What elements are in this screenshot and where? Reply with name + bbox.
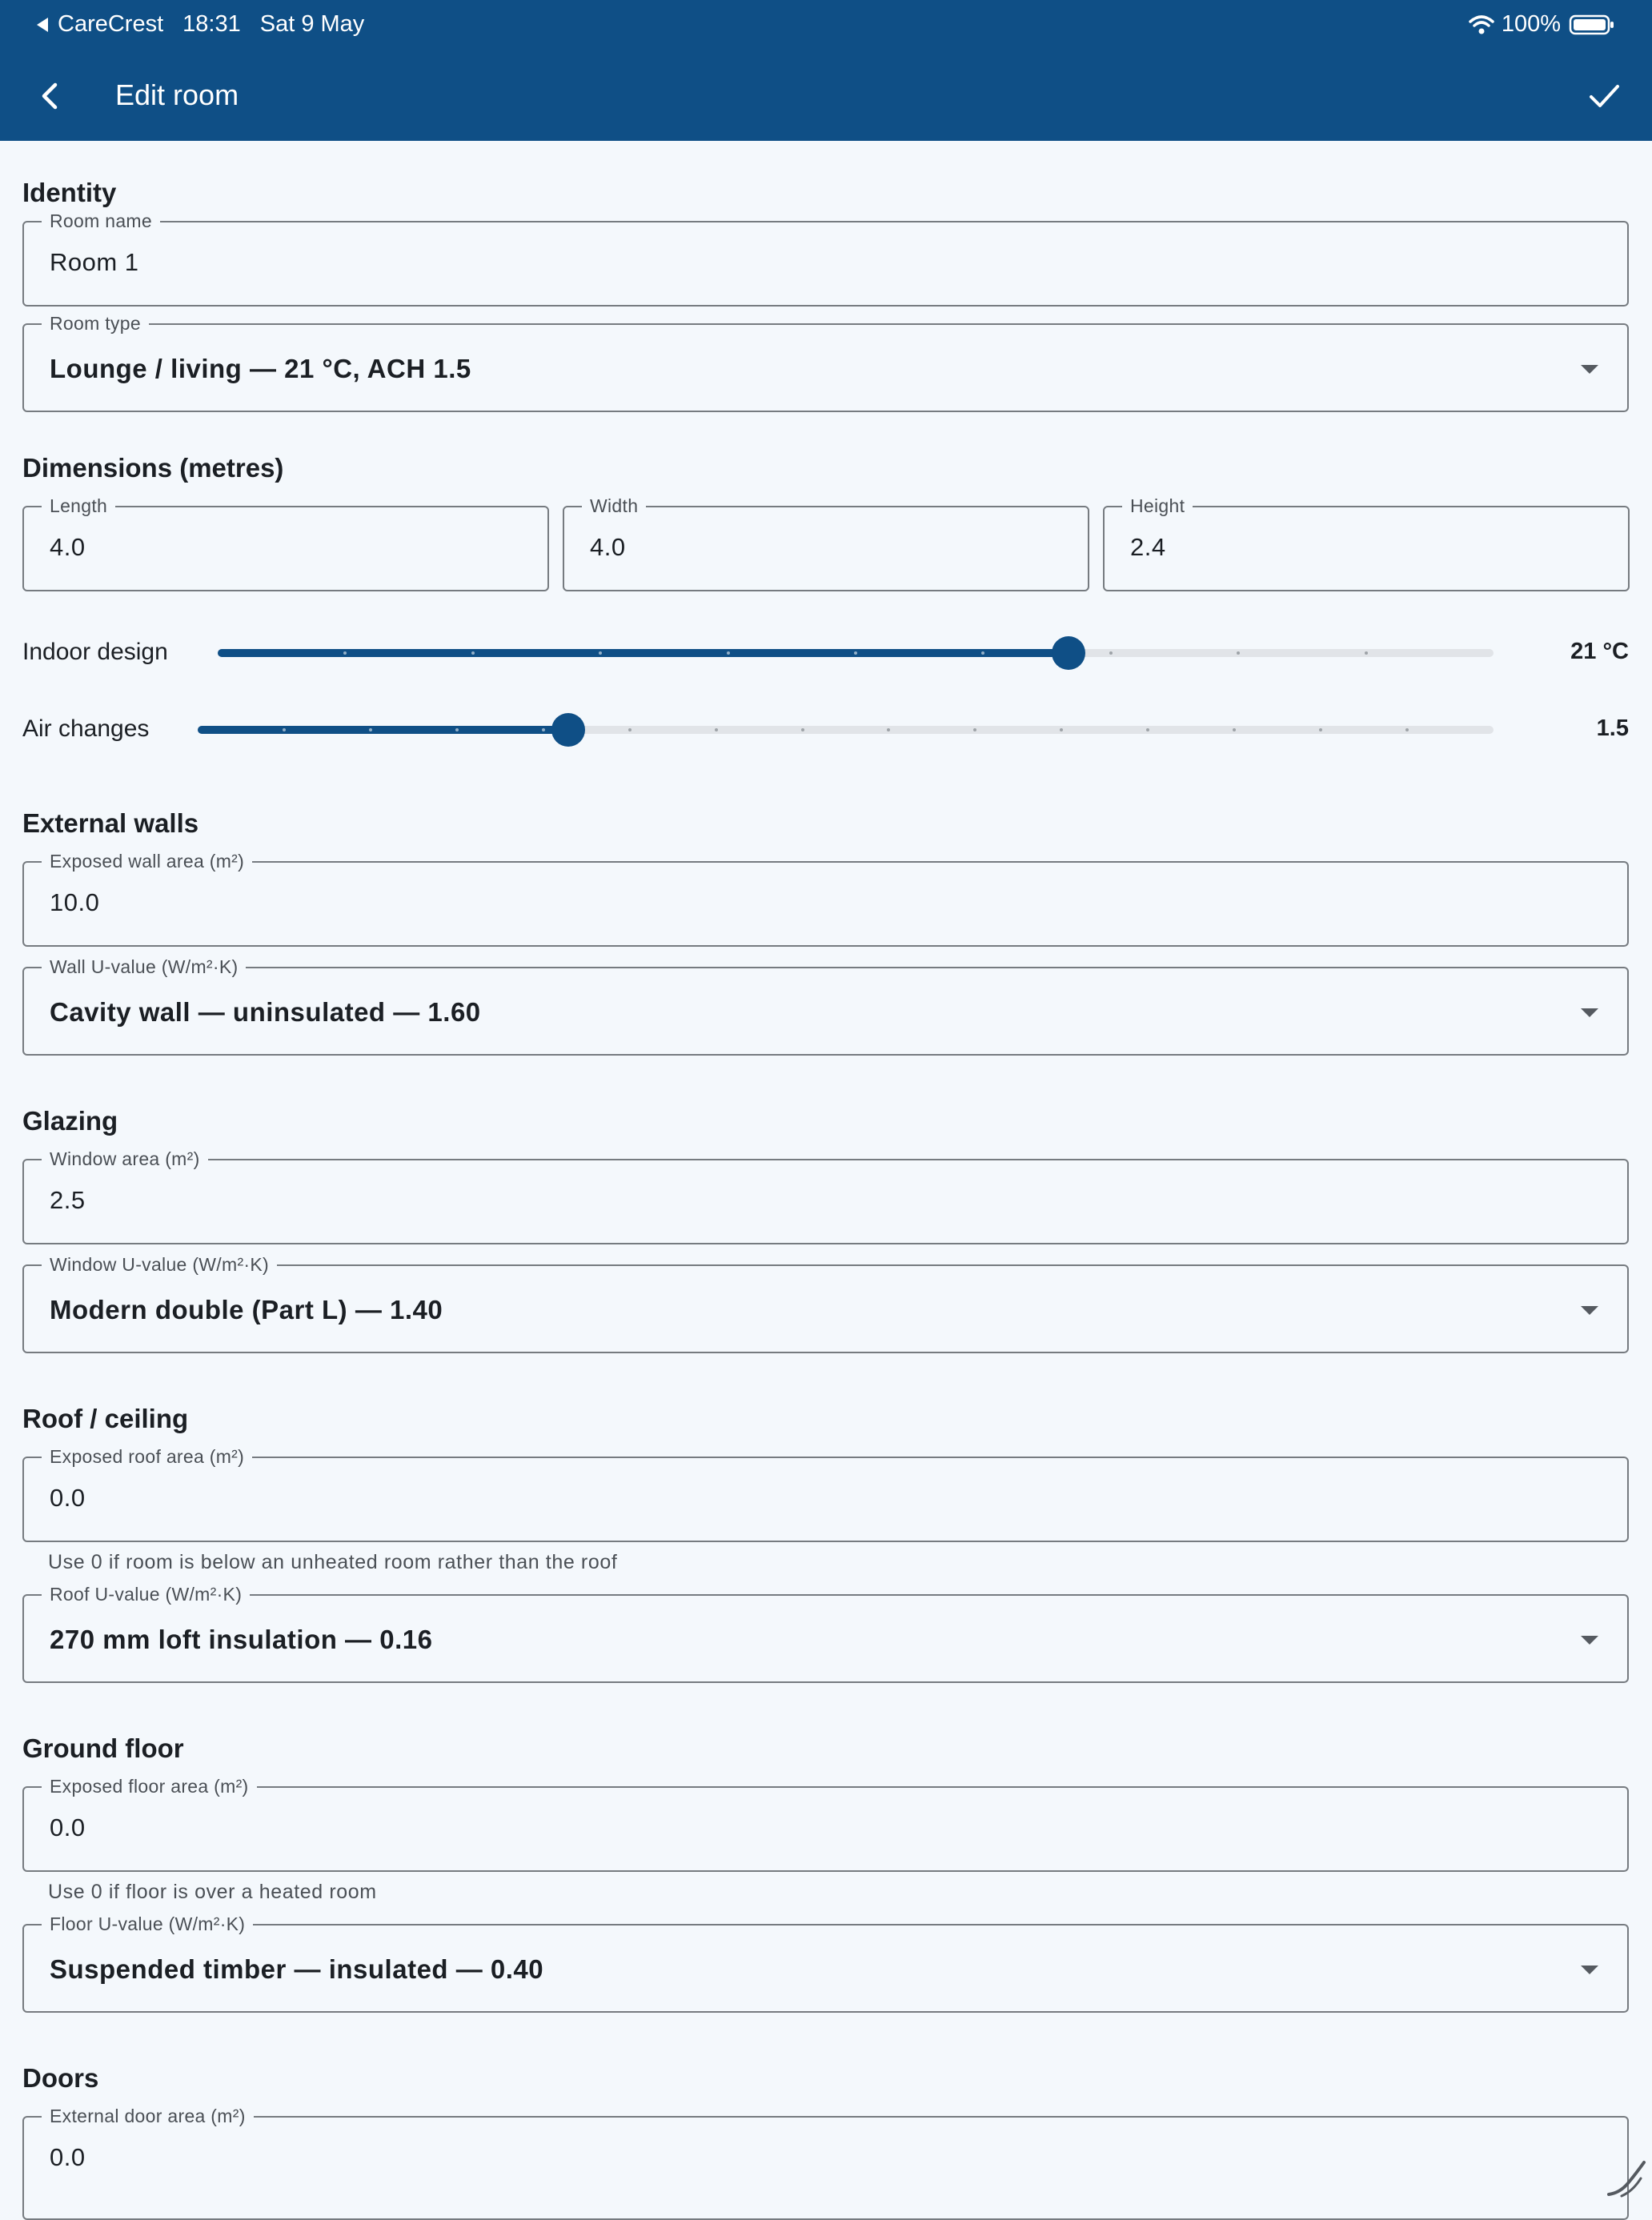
length-field[interactable]: Length 4.0 xyxy=(22,496,549,591)
section-roof-ceiling: Roof / ceiling xyxy=(22,1404,189,1433)
wall-u-value-value[interactable]: Cavity wall — uninsulated — 1.60 xyxy=(50,997,481,1028)
roof-area-value[interactable]: 0.0 xyxy=(50,1484,86,1513)
floor-area-value[interactable]: 0.0 xyxy=(50,1813,86,1842)
wall-area-value[interactable]: 10.0 xyxy=(50,888,99,917)
length-value[interactable]: 4.0 xyxy=(50,533,86,562)
slider-tick xyxy=(1237,651,1241,655)
window-area-field[interactable]: Window area (m²) 2.5 xyxy=(22,1149,1629,1244)
floor-u-value-label: Floor U-value (W/m²·K) xyxy=(42,1914,254,1933)
page-title: Edit room xyxy=(115,78,239,111)
section-ground-floor: Ground floor xyxy=(22,1733,184,1763)
slider-tick xyxy=(1364,651,1368,655)
battery-percent: 100% xyxy=(1501,11,1561,37)
section-doors: Doors xyxy=(22,2063,99,2093)
wall-area-label: Exposed wall area (m²) xyxy=(42,852,253,871)
floor-area-field[interactable]: Exposed floor area (m²) 0.0 xyxy=(22,1777,1629,1872)
dropdown-arrow-icon[interactable] xyxy=(1581,1008,1598,1017)
height-label: Height xyxy=(1122,496,1193,515)
width-field[interactable]: Width 4.0 xyxy=(563,496,1089,591)
room-name-label: Room name xyxy=(42,211,160,230)
height-field[interactable]: Height 2.4 xyxy=(1103,496,1630,591)
slider-tick xyxy=(1146,728,1150,731)
roof-area-helper: Use 0 if room is below an unheated room … xyxy=(48,1551,618,1573)
air-changes-slider-thumb[interactable] xyxy=(551,713,585,747)
wifi-icon xyxy=(1469,14,1494,34)
section-glazing: Glazing xyxy=(22,1106,118,1136)
resize-handle-icon[interactable] xyxy=(1604,2154,1649,2199)
floor-u-value-value[interactable]: Suspended timber — insulated — 0.40 xyxy=(50,1954,543,1985)
slider-tick xyxy=(628,728,632,731)
slider-tick xyxy=(1319,728,1323,731)
wall-area-field[interactable]: Exposed wall area (m²) 10.0 xyxy=(22,852,1629,947)
slider-tick xyxy=(973,728,977,731)
wall-u-value-select[interactable]: Wall U-value (W/m²·K) Cavity wall — unin… xyxy=(22,957,1629,1056)
slider-tick xyxy=(726,651,730,655)
window-u-value-select[interactable]: Window U-value (W/m²·K) Modern double (P… xyxy=(22,1255,1629,1353)
status-time: 18:31 xyxy=(182,11,241,37)
dropdown-arrow-icon[interactable] xyxy=(1581,1306,1598,1315)
slider-tick xyxy=(1109,651,1113,655)
dropdown-arrow-icon[interactable] xyxy=(1581,365,1598,374)
dropdown-arrow-icon[interactable] xyxy=(1581,1636,1598,1645)
section-external-walls: External walls xyxy=(22,808,199,838)
dropdown-arrow-icon[interactable] xyxy=(1581,1966,1598,1974)
door-area-field[interactable]: External door area (m²) 0.0 xyxy=(22,2106,1629,2220)
slider-tick xyxy=(1060,728,1064,731)
air-changes-label: Air changes xyxy=(22,715,150,742)
indoor-design-label: Indoor design xyxy=(22,639,168,665)
window-u-value-value[interactable]: Modern double (Part L) — 1.40 xyxy=(50,1295,443,1325)
room-type-select[interactable]: Room type Lounge / living — 21 °C, ACH 1… xyxy=(22,314,1629,412)
slider-tick xyxy=(714,728,718,731)
width-value[interactable]: 4.0 xyxy=(590,533,626,562)
window-u-value-label: Window U-value (W/m²·K) xyxy=(42,1255,277,1274)
section-dimensions: Dimensions (metres) xyxy=(22,453,284,483)
slider-tick xyxy=(800,728,804,731)
window-area-label: Window area (m²) xyxy=(42,1149,208,1168)
roof-u-value-value[interactable]: 270 mm loft insulation — 0.16 xyxy=(50,1625,432,1655)
status-app-name[interactable]: CareCrest xyxy=(58,11,163,38)
slider-tick xyxy=(1233,728,1237,731)
room-name-value[interactable]: Room 1 xyxy=(50,248,139,277)
status-date: Sat 9 May xyxy=(259,11,365,37)
slider-tick xyxy=(854,651,857,655)
door-area-label: External door area (m²) xyxy=(42,2106,254,2126)
roof-u-value-select[interactable]: Roof U-value (W/m²·K) 270 mm loft insula… xyxy=(22,1585,1629,1683)
wall-u-value-label: Wall U-value (W/m²·K) xyxy=(42,957,247,976)
floor-area-helper: Use 0 if floor is over a heated room xyxy=(48,1881,377,1903)
floor-area-label: Exposed floor area (m²) xyxy=(42,1777,257,1796)
length-label: Length xyxy=(42,496,116,515)
window-area-value[interactable]: 2.5 xyxy=(50,1186,86,1215)
slider-tick xyxy=(541,728,545,731)
back-to-app-icon[interactable] xyxy=(37,17,48,32)
height-value[interactable]: 2.4 xyxy=(1130,533,1166,562)
air-changes-value: 1.5 xyxy=(1596,715,1629,741)
width-label: Width xyxy=(582,496,647,515)
slider-tick xyxy=(455,728,459,731)
indoor-design-slider[interactable] xyxy=(218,636,1494,670)
slider-tick xyxy=(1405,728,1409,731)
app-bar: Edit room xyxy=(0,51,1652,141)
status-bar: CareCrest 18:31 Sat 9 May 100% xyxy=(0,0,1652,51)
slider-tick xyxy=(887,728,891,731)
air-changes-slider[interactable] xyxy=(198,713,1494,747)
room-type-label: Room type xyxy=(42,314,149,333)
room-type-value[interactable]: Lounge / living — 21 °C, ACH 1.5 xyxy=(50,354,471,384)
slider-tick xyxy=(471,651,475,655)
indoor-design-slider-thumb[interactable] xyxy=(1052,636,1086,670)
floor-u-value-select[interactable]: Floor U-value (W/m²·K) Suspended timber … xyxy=(22,1914,1629,2013)
slider-tick xyxy=(368,728,372,731)
air-changes-slider-fill xyxy=(198,726,568,734)
slider-tick xyxy=(282,728,286,731)
back-arrow-icon[interactable] xyxy=(29,75,70,117)
room-name-field[interactable]: Room name Room 1 xyxy=(22,211,1629,307)
roof-u-value-label: Roof U-value (W/m²·K) xyxy=(42,1585,251,1604)
check-icon[interactable] xyxy=(1583,75,1625,117)
section-identity: Identity xyxy=(22,178,117,207)
battery-icon xyxy=(1569,14,1614,34)
indoor-design-value: 21 °C xyxy=(1570,639,1629,664)
roof-area-field[interactable]: Exposed roof area (m²) 0.0 xyxy=(22,1447,1629,1542)
roof-area-label: Exposed roof area (m²) xyxy=(42,1447,253,1466)
door-area-value[interactable]: 0.0 xyxy=(50,2143,86,2172)
